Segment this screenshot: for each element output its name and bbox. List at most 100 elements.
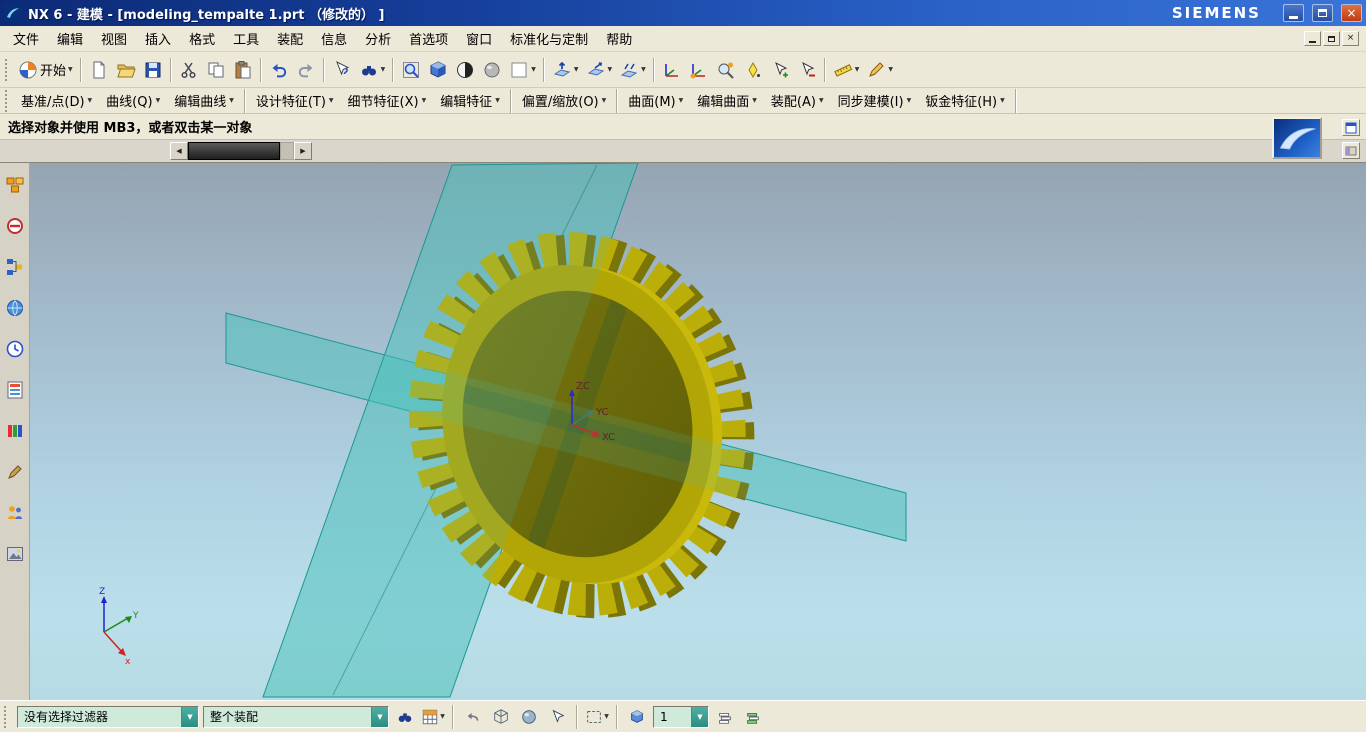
face-analysis-button[interactable]: [479, 56, 505, 84]
help-select-button[interactable]: [329, 56, 355, 84]
menu-item-view[interactable]: 视图: [92, 26, 136, 51]
pull-face-button[interactable]: ▼: [583, 56, 616, 84]
edit-curve-button[interactable]: 编辑曲线 ▼: [167, 88, 241, 113]
rendering-style-button[interactable]: [452, 56, 478, 84]
scrollbar-thumb[interactable]: [188, 142, 280, 160]
measure-distance-button[interactable]: ▼: [830, 56, 863, 84]
graphics-scene[interactable]: ZC YC XC Z Y x: [30, 163, 1366, 700]
menu-item-window[interactable]: 窗口: [457, 26, 501, 51]
menu-item-help[interactable]: 帮助: [597, 26, 641, 51]
paste-button[interactable]: [230, 56, 256, 84]
scene-button[interactable]: [3, 542, 27, 566]
menu-item-assemblies[interactable]: 装配: [268, 26, 312, 51]
surface-button[interactable]: 曲面(M) ▼: [621, 88, 690, 113]
materials-button[interactable]: [3, 460, 27, 484]
zoom-window-button[interactable]: [398, 56, 424, 84]
scrollbar-track[interactable]: [280, 142, 294, 160]
minimize-button[interactable]: [1283, 4, 1304, 22]
selection-bar: 没有选择过滤器 ▼ 整个装配 ▼ ▼ ▼ 1 ▼: [0, 700, 1366, 732]
select-button[interactable]: [767, 56, 793, 84]
toolbar-grip[interactable]: [5, 58, 10, 81]
layer-settings-button[interactable]: [713, 705, 737, 729]
menu-item-edit[interactable]: 编辑: [48, 26, 92, 51]
save-button[interactable]: [140, 56, 166, 84]
mdi-restore-button[interactable]: [1323, 31, 1340, 46]
scroll-right-button[interactable]: ▶: [294, 142, 312, 160]
full-screen-toggle-button[interactable]: [1342, 119, 1360, 136]
pointer-tool-button[interactable]: [545, 705, 569, 729]
selection-scope-combo[interactable]: 整个装配 ▼: [203, 705, 389, 728]
history-button[interactable]: [3, 337, 27, 361]
layer-category-button[interactable]: [741, 705, 765, 729]
palette-button[interactable]: [3, 419, 27, 443]
internet-explorer-button[interactable]: [3, 296, 27, 320]
synchronous-modeling-button[interactable]: 同步建模(I) ▼: [831, 88, 919, 113]
part-navigator-button[interactable]: [3, 255, 27, 279]
menu-item-insert[interactable]: 插入: [136, 26, 180, 51]
menu-item-analysis[interactable]: 分析: [356, 26, 400, 51]
work-layer-combo[interactable]: 1 ▼: [653, 705, 709, 728]
open-button[interactable]: [113, 56, 139, 84]
reuse-library-button[interactable]: [3, 378, 27, 402]
chevron-down-icon[interactable]: ▼: [181, 706, 198, 727]
move-face-button[interactable]: ▼: [549, 56, 582, 84]
selection-filter-combo[interactable]: 没有选择过滤器 ▼: [17, 705, 199, 728]
menu-item-information[interactable]: 信息: [312, 26, 356, 51]
design-feature-button[interactable]: 设计特征(T) ▼: [249, 88, 341, 113]
mdi-minimize-button[interactable]: [1304, 31, 1321, 46]
deselect-button[interactable]: [794, 56, 820, 84]
snap-preferences-button[interactable]: [713, 56, 739, 84]
point-dialog-button[interactable]: [740, 56, 766, 84]
find-in-assembly-button[interactable]: [393, 705, 417, 729]
offset-scale-button[interactable]: 偏置/缩放(O) ▼: [515, 88, 613, 113]
previous-selection-button[interactable]: [461, 705, 485, 729]
toolbar-grip[interactable]: [5, 89, 10, 112]
redo-button[interactable]: [293, 56, 319, 84]
chevron-down-icon[interactable]: ▼: [371, 706, 388, 727]
menu-item-customize[interactable]: 标准化与定制: [501, 26, 597, 51]
sheet-metal-button[interactable]: 钣金特征(H) ▼: [918, 88, 1012, 113]
command-finder-button[interactable]: ▼: [356, 56, 389, 84]
scroll-left-button[interactable]: ◀: [170, 142, 188, 160]
resource-bar-toggle-button[interactable]: [1272, 117, 1322, 159]
constraint-navigator-button[interactable]: [3, 214, 27, 238]
wcs-dynamics-button[interactable]: [686, 56, 712, 84]
chevron-down-icon[interactable]: ▼: [691, 706, 708, 727]
close-button[interactable]: ×: [1341, 4, 1362, 22]
prompt-line-dock-button[interactable]: [1342, 142, 1360, 159]
wireframe-display-button[interactable]: [489, 705, 513, 729]
curve-button[interactable]: 曲线(Q) ▼: [99, 88, 167, 113]
roles-button[interactable]: [3, 501, 27, 525]
graphics-window[interactable]: ZC YC XC Z Y x: [30, 163, 1366, 700]
nx-application-window: NX 6 - 建模 - [modeling_tempalte 1.prt （修改…: [0, 0, 1366, 732]
horizontal-scrollbar[interactable]: ◀ ▶: [170, 142, 312, 160]
rectangle-select-button[interactable]: ▼: [585, 705, 609, 729]
new-button[interactable]: [86, 56, 112, 84]
cut-button[interactable]: [176, 56, 202, 84]
detail-feature-button[interactable]: 细节特征(X) ▼: [341, 88, 434, 113]
edit-feature-button[interactable]: 编辑特征 ▼: [433, 88, 507, 113]
layers-stack-icon: [719, 712, 731, 724]
assemblies-button[interactable]: 装配(A) ▼: [764, 88, 831, 113]
edit-object-display-button[interactable]: ▼: [863, 56, 896, 84]
toolbar-grip[interactable]: [4, 705, 9, 728]
undo-button[interactable]: [266, 56, 292, 84]
mdi-close-button[interactable]: ×: [1342, 31, 1359, 46]
assembly-navigator-button[interactable]: [3, 173, 27, 197]
restore-button[interactable]: [1312, 4, 1333, 22]
background-button[interactable]: ▼: [506, 56, 539, 84]
work-layer-button[interactable]: [625, 705, 649, 729]
copy-button[interactable]: [203, 56, 229, 84]
menu-item-file[interactable]: 文件: [4, 26, 48, 51]
selection-priority-button[interactable]: ▼: [421, 705, 445, 729]
wcs-orient-button[interactable]: [659, 56, 685, 84]
datum-point-button[interactable]: 基准/点(D) ▼: [14, 88, 99, 113]
start-button[interactable]: 开始 ▼: [15, 56, 76, 84]
menu-item-format[interactable]: 格式: [180, 26, 224, 51]
menu-item-preferences[interactable]: 首选项: [400, 26, 457, 51]
menu-item-tools[interactable]: 工具: [224, 26, 268, 51]
shaded-display-button[interactable]: [517, 705, 541, 729]
shaded-view-button[interactable]: [425, 56, 451, 84]
edit-surface-button[interactable]: 编辑曲面 ▼: [690, 88, 764, 113]
offset-region-button[interactable]: ▼: [616, 56, 649, 84]
